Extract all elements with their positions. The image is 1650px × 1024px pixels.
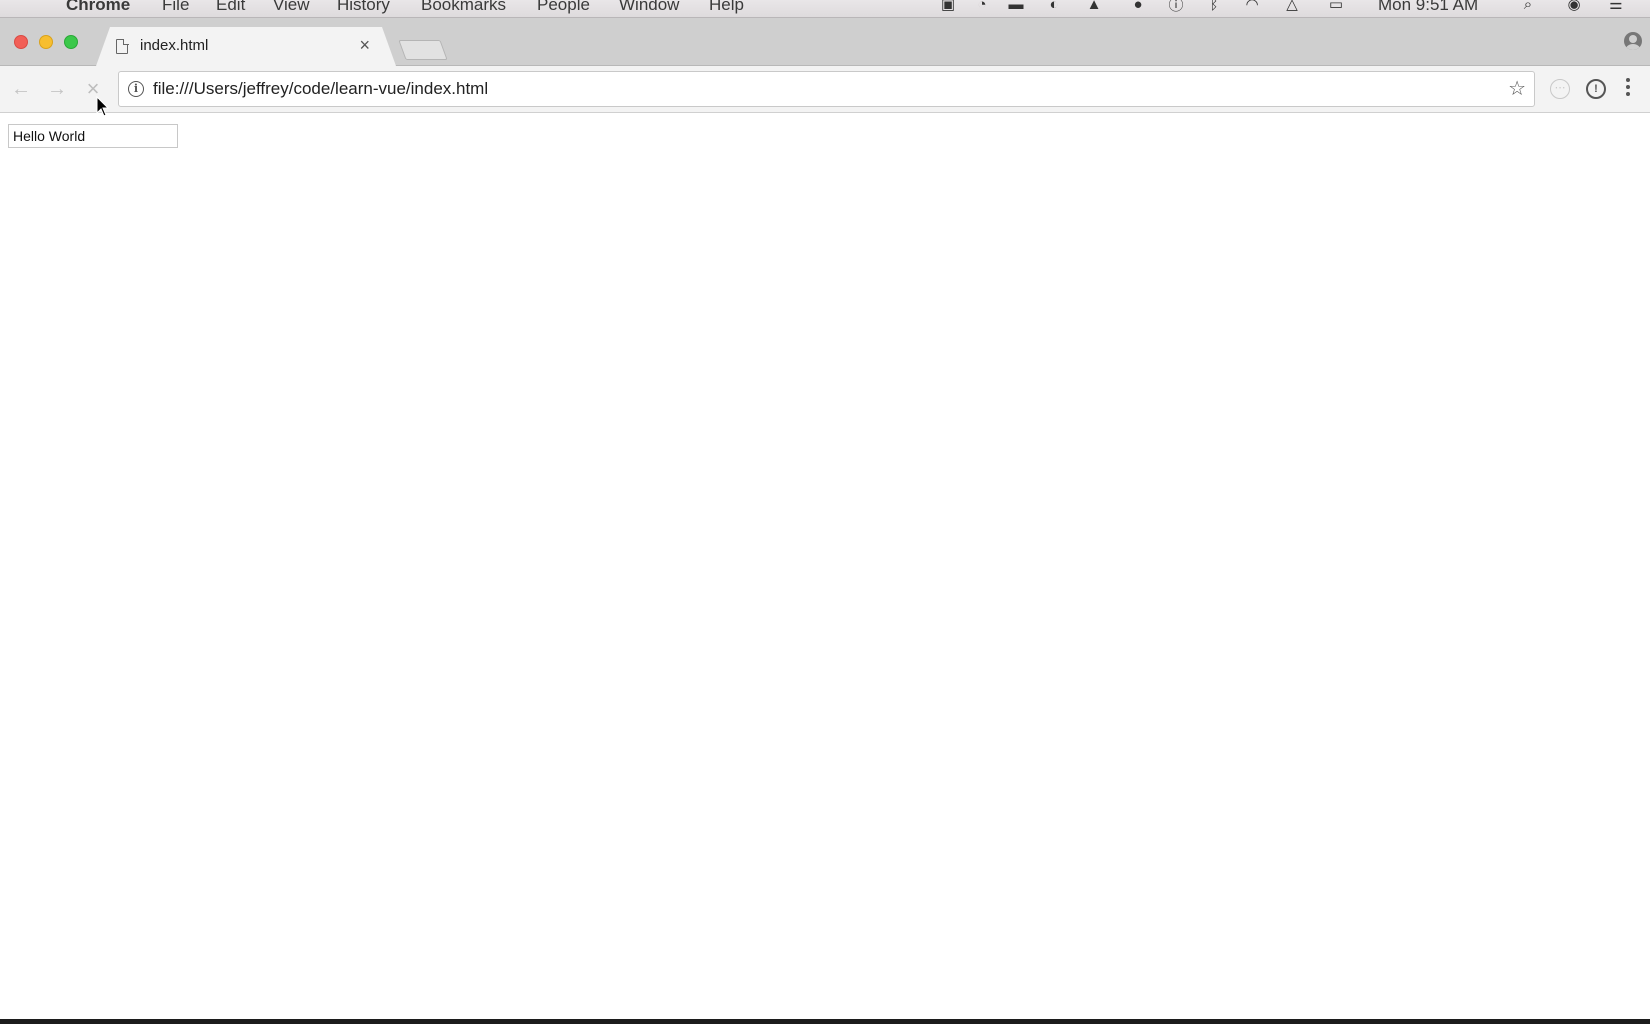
spotlight-search-icon[interactable]: ⌕ [1518,0,1538,14]
info-icon[interactable]: ⓘ [1166,0,1186,14]
airplay-icon[interactable]: △ [1282,0,1302,14]
chrome-menu-icon[interactable] [1625,78,1631,100]
text-input[interactable] [8,124,178,148]
browser-toolbar: ← → × i file:///Users/jeffrey/code/learn… [0,66,1650,113]
address-bar[interactable]: i file:///Users/jeffrey/code/learn-vue/i… [118,71,1535,107]
menu-window[interactable]: Window [619,0,679,15]
forward-arrow-icon[interactable]: → [44,76,70,102]
menu-dot [1626,78,1630,82]
tab-index-html[interactable]: index.html × [96,27,396,66]
bluetooth-icon[interactable]: ᛒ [1204,0,1224,14]
notification-center-icon[interactable]: ☰ [1606,0,1626,14]
menu-people[interactable]: People [537,0,590,15]
tab-title: index.html [140,37,209,54]
notification-icon[interactable]: ● [1128,0,1148,14]
document-icon [116,38,129,54]
password-manager-extension-icon[interactable]: ! [1586,79,1606,99]
window-close-button[interactable] [14,35,28,49]
menu-file[interactable]: File [162,0,189,15]
address-bar-url[interactable]: file:///Users/jeffrey/code/learn-vue/ind… [153,79,488,99]
menu-help[interactable]: Help [709,0,744,15]
macos-menu-bar: Chrome File Edit View History Bookmarks … [0,0,1650,18]
tab-strip: index.html × [0,18,1650,66]
window-minimize-button[interactable] [39,35,53,49]
page-content [0,113,1650,1019]
new-tab-button[interactable] [398,40,448,60]
menu-bookmarks[interactable]: Bookmarks [421,0,506,15]
menu-dot [1626,85,1630,89]
window-maximize-button[interactable] [64,35,78,49]
siri-icon[interactable]: ◉ [1564,0,1584,14]
extension-icon[interactable]: ⋯ [1550,79,1570,99]
menu-dot [1626,92,1630,96]
wifi-icon[interactable]: ◠ [1242,0,1262,14]
tab-close-icon[interactable]: × [359,35,370,55]
clock-icon[interactable]: ◔ [972,0,992,14]
battery-app-icon[interactable]: ▬ [1006,0,1026,14]
site-info-icon[interactable]: i [128,81,144,97]
menu-clock[interactable]: Mon 9:51 AM [1378,0,1478,15]
menu-view[interactable]: View [273,0,310,15]
profile-icon[interactable] [1624,32,1642,50]
back-arrow-icon[interactable]: ← [8,76,34,102]
menu-history[interactable]: History [337,0,390,15]
menu-edit[interactable]: Edit [216,0,245,15]
bookmark-star-icon[interactable]: ☆ [1508,77,1526,101]
window-bottom-edge [0,1019,1650,1024]
screen-record-icon[interactable]: ▣ [938,0,958,14]
battery-icon[interactable]: ▭ [1326,0,1346,14]
menu-app-chrome[interactable]: Chrome [66,0,130,15]
moon-icon[interactable]: ◐ [1044,0,1064,14]
hat-icon[interactable]: ▲ [1084,0,1104,14]
